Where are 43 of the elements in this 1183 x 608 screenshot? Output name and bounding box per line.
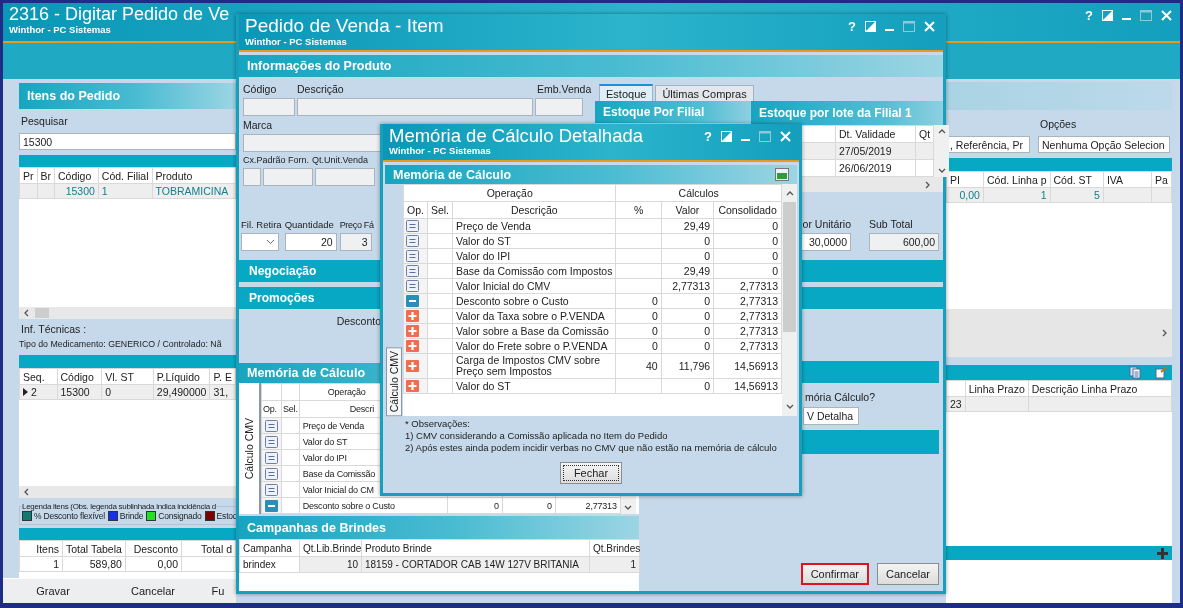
window-title: 2316 - Digitar Pedido de Ve [9, 5, 230, 24]
table-cell: Carga de Impostos CMV sobre Preço sem Impostos [452, 353, 616, 379]
info-text: Tipo do Medicamento: GENERICO / Controlado: Nã [19, 339, 223, 349]
window-title: Pedido de Venda - Item [245, 16, 444, 36]
info-label: Inf. Técnicas : [21, 323, 88, 335]
window-title: Memória de Cálculo Detalhada [389, 126, 643, 146]
field-label: Descrição [297, 83, 345, 95]
field-label: Sub Total [869, 218, 914, 230]
subtotal-field: 600,00 [869, 233, 939, 251]
column-header: Total d [181, 540, 236, 557]
field-label: Qt.Unit.Venda [312, 155, 369, 165]
field-label: Opções [1040, 118, 1078, 130]
section-title: Memória de Cálculo [247, 366, 366, 380]
window-subtitle: Winthor - PC Sistemas [9, 23, 111, 35]
window-subtitle: Winthor - PC Sistemas [389, 145, 492, 157]
group-header: Cálculos [615, 184, 782, 202]
section-title: Memória de Cálculo [393, 167, 512, 182]
legend-label: Estoq [216, 511, 236, 521]
field-label: Desconto [336, 315, 381, 327]
field-label: Marca [243, 119, 274, 131]
legend-title: Legenda itens (Obs. legenda sublinhada indica incidência d [22, 502, 216, 511]
field-label: or Unitário [802, 218, 851, 230]
section-title: Itens do Pedido [27, 89, 121, 103]
field-label: Pesquisar [21, 115, 69, 127]
column-header: Desconto [125, 540, 182, 557]
field-label: Código [243, 83, 278, 95]
column-header: Itens [19, 540, 63, 557]
panel-header: Estoque Por Filial [595, 101, 751, 123]
legend-label: % Desconto flexível [34, 511, 105, 521]
field-label: Quantidade [284, 219, 335, 230]
field-label: Preço Fá [339, 220, 374, 230]
legend-label: Brinde [119, 511, 144, 521]
legend-label: Consignado [158, 511, 202, 521]
window-subtitle: Winthor - PC Sistemas [245, 35, 348, 47]
field-label: Cx.Padrão Forn. [243, 155, 310, 165]
field-label: Fil. Retira [241, 219, 282, 230]
column-header: Total Tabela [62, 540, 126, 557]
field-label: Emb.Venda [537, 83, 592, 95]
field-label: mória Cálculo? [805, 391, 877, 403]
section-title: Campanhas de Brindes [247, 520, 386, 535]
section-title: Informações do Produto [247, 59, 392, 73]
group-header: Operação [403, 184, 616, 202]
panel-header: Estoque por lote da Filial 1 [751, 101, 943, 125]
